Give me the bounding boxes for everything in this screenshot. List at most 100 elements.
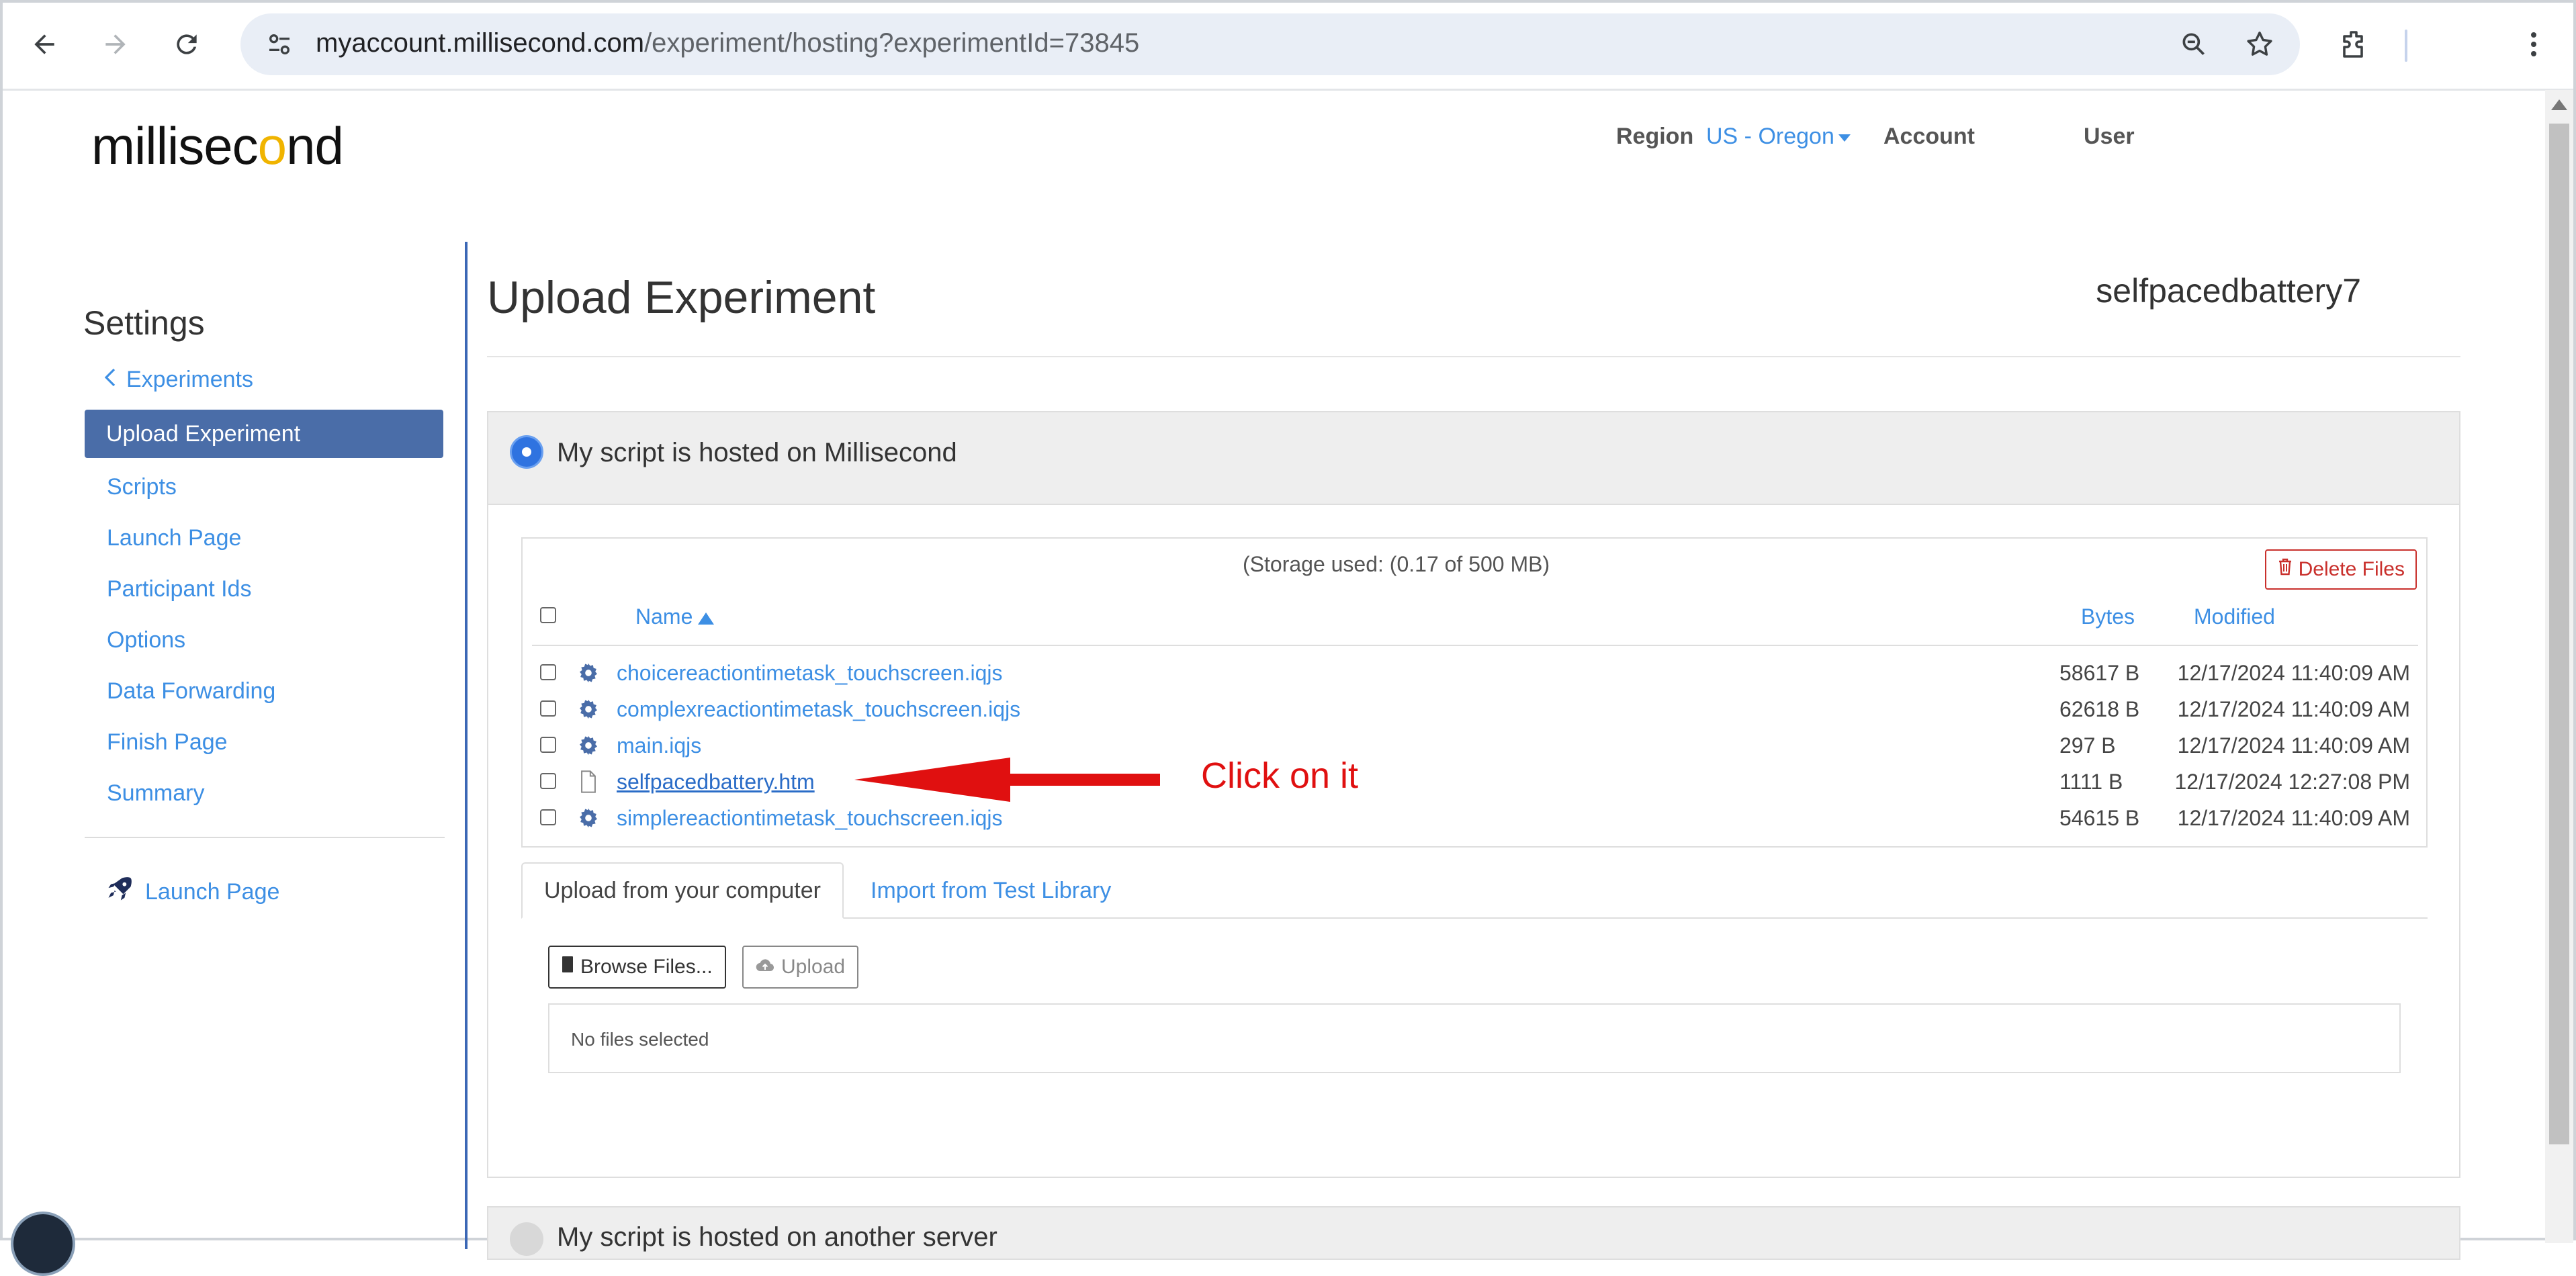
modified-column-header[interactable]: Modified [2194, 604, 2275, 629]
title-divider [487, 356, 2460, 357]
select-all-checkbox[interactable] [540, 607, 556, 623]
file-list: (Storage used: (0.17 of 500 MB) Delete F… [521, 537, 2428, 848]
file-solid-icon [562, 956, 574, 978]
millisecond-logo[interactable]: millisecond [91, 116, 344, 177]
other-option-label: My script is hosted on another server [557, 1222, 997, 1252]
zoom-icon[interactable] [2174, 24, 2214, 64]
sidebar-launch-page-link[interactable]: Launch Page [105, 874, 279, 910]
page-scrollbar[interactable] [2545, 90, 2573, 1243]
file-row: main.iqjs 297 B 12/17/2024 11:40:09 AM [523, 727, 2426, 763]
cloud-upload-icon [756, 956, 774, 978]
gear-icon [576, 806, 601, 830]
file-row: simplereactiontimetask_touchscreen.iqjs … [523, 799, 2426, 835]
settings-title: Settings [83, 304, 205, 342]
storage-used-text: (Storage used: (0.17 of 500 MB) [1243, 552, 1550, 576]
hosted-on-millisecond-panel: My script is hosted on Millisecond (Stor… [487, 411, 2460, 1178]
no-files-selected-text: No files selected [571, 1029, 709, 1050]
rocket-icon [105, 874, 134, 910]
scrollbar-thumb[interactable] [2549, 124, 2569, 1144]
file-modified: 12/17/2024 11:40:09 AM [2177, 697, 2410, 721]
experiment-name: selfpacedbattery7 [2096, 272, 2361, 310]
file-modified: 12/17/2024 11:40:09 AM [2177, 733, 2410, 758]
sort-ascending-icon [698, 612, 715, 625]
bookmark-star-icon[interactable] [2239, 24, 2280, 64]
sidebar-item-data-forwarding[interactable]: Data Forwarding [107, 678, 275, 704]
file-link-selfpacedbattery[interactable]: selfpacedbattery.htm [617, 770, 815, 794]
red-arrow-annotation [854, 758, 1160, 802]
row-checkbox[interactable] [540, 700, 556, 717]
file-modified: 12/17/2024 11:40:09 AM [2177, 661, 2410, 685]
forward-button[interactable] [95, 24, 136, 64]
sidebar-item-launch-page[interactable]: Launch Page [107, 525, 241, 551]
browser-toolbar: myaccount.millisecond.com/experiment/hos… [3, 3, 2573, 91]
file-link[interactable]: choicereactiontimetask_touchscreen.iqjs [617, 661, 1003, 686]
toolbar-separator [2405, 30, 2407, 62]
name-column-header[interactable]: Name [635, 604, 715, 629]
url-text: myaccount.millisecond.com/experiment/hos… [316, 28, 1140, 58]
reload-icon [177, 34, 197, 54]
upload-tabs: Upload from your computer Import from Te… [521, 862, 2428, 919]
tab-import-from-test-library[interactable]: Import from Test Library [871, 862, 1111, 919]
caret-down-icon [1838, 134, 1851, 142]
sidebar-divider [85, 837, 445, 838]
row-checkbox[interactable] [540, 737, 556, 753]
row-checkbox[interactable] [540, 809, 556, 825]
annotation-text: Click on it [1201, 756, 1359, 796]
tab-upload-from-computer[interactable]: Upload from your computer [521, 862, 844, 919]
delete-files-button[interactable]: Delete Files [2264, 549, 2417, 590]
file-modified: 12/17/2024 11:40:09 AM [2177, 806, 2410, 830]
row-checkbox[interactable] [540, 773, 556, 789]
site-settings-icon[interactable] [261, 26, 298, 63]
hosted-on-millisecond-option[interactable]: My script is hosted on Millisecond [488, 412, 2459, 505]
content-divider [465, 242, 468, 1249]
file-bytes: 58617 B [2059, 661, 2140, 685]
back-button[interactable] [24, 24, 64, 64]
sidebar-item-upload-experiment[interactable]: Upload Experiment [85, 410, 443, 458]
file-link[interactable]: complexreactiontimetask_touchscreen.iqjs [617, 697, 1020, 722]
page-title: Upload Experiment [487, 272, 876, 323]
scroll-up-arrow-icon[interactable] [2551, 99, 2567, 110]
help-widget-icon[interactable] [11, 1212, 75, 1276]
hosted-option-label: My script is hosted on Millisecond [557, 438, 957, 467]
reload-button[interactable] [167, 24, 207, 64]
row-checkbox[interactable] [540, 664, 556, 680]
address-bar[interactable]: myaccount.millisecond.com/experiment/hos… [240, 13, 2300, 75]
upload-button[interactable]: Upload [742, 946, 859, 989]
sidebar-item-finish-page[interactable]: Finish Page [107, 729, 228, 756]
file-row: selfpacedbattery.htm 1111 B 12/17/2024 1… [523, 763, 2426, 799]
file-link[interactable]: simplereactiontimetask_touchscreen.iqjs [617, 806, 1002, 831]
selected-files-area: No files selected [548, 1003, 2401, 1073]
region-label: Region [1616, 124, 1694, 149]
trash-icon [2277, 558, 2293, 581]
extensions-icon[interactable] [2332, 23, 2375, 66]
menu-kebab-icon[interactable] [2512, 23, 2555, 66]
region-dropdown[interactable]: US - Oregon [1706, 124, 1851, 150]
gear-icon [576, 697, 601, 721]
file-icon [576, 770, 601, 794]
file-bytes: 62618 B [2059, 697, 2140, 721]
arrow-left-icon [34, 34, 54, 54]
user-menu[interactable]: User [2084, 124, 2135, 150]
file-row: complexreactiontimetask_touchscreen.iqjs… [523, 690, 2426, 727]
sidebar-item-options[interactable]: Options [107, 627, 185, 653]
chevron-left-icon [103, 367, 117, 393]
sidebar-item-participant-ids[interactable]: Participant Ids [107, 576, 251, 602]
file-modified: 12/17/2024 12:27:08 PM [2174, 770, 2411, 794]
file-row: choicereactiontimetask_touchscreen.iqjs … [523, 654, 2426, 690]
sidebar-item-summary[interactable]: Summary [107, 780, 204, 807]
gear-icon [576, 733, 601, 758]
header-divider [532, 645, 2418, 646]
file-bytes: 297 B [2059, 733, 2116, 758]
file-link[interactable]: main.iqjs [617, 733, 701, 758]
account-menu[interactable]: Account [1883, 124, 1975, 150]
browse-files-button[interactable]: Browse Files... [548, 946, 726, 989]
sidebar-item-scripts[interactable]: Scripts [107, 474, 177, 500]
radio-unselected[interactable] [510, 1222, 543, 1256]
radio-selected[interactable] [510, 435, 543, 469]
file-bytes: 1111 B [2059, 770, 2123, 794]
gear-icon [576, 661, 601, 685]
back-to-experiments-link[interactable]: Experiments [103, 367, 253, 393]
bytes-column-header[interactable]: Bytes [2081, 604, 2135, 629]
hosted-on-other-server-option[interactable]: My script is hosted on another server [487, 1206, 2460, 1260]
file-bytes: 54615 B [2059, 806, 2140, 830]
